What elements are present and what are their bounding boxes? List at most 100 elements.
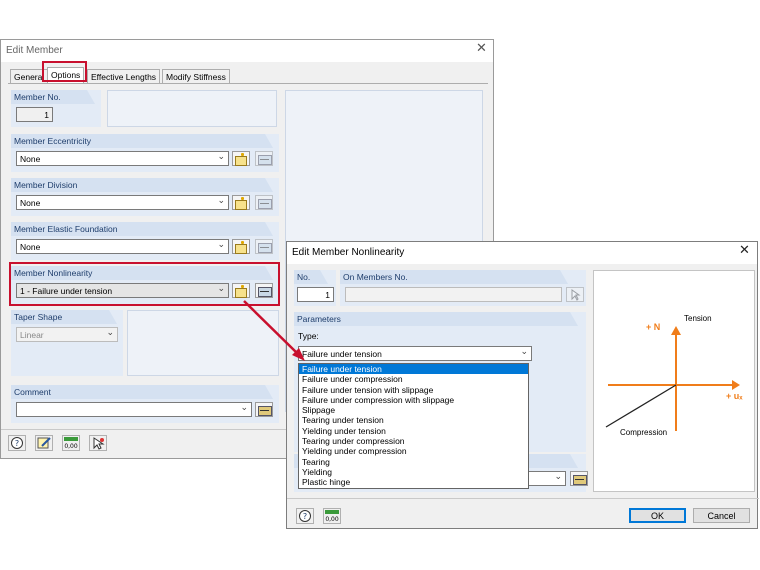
nl-no-label: No. (294, 270, 328, 284)
ok-button[interactable]: OK (629, 508, 686, 523)
edit-notes-button[interactable] (35, 435, 53, 451)
units-icon: 0,00 (64, 437, 78, 450)
pick-icon (571, 289, 581, 301)
new-eccentricity-button[interactable] (232, 151, 250, 166)
chevron-down-icon: ⌄ (554, 472, 562, 482)
on-members-group: On Members No. (340, 270, 586, 306)
diagram-panel: + N + uₓ Tension Compression (593, 270, 755, 492)
options-tab-highlight (42, 61, 87, 82)
type-option[interactable]: Yielding (299, 467, 528, 477)
type-option[interactable]: Plastic hinge (299, 477, 528, 487)
comment-label: Comment (11, 385, 273, 399)
type-option[interactable]: Yielding under compression (299, 446, 528, 456)
type-option[interactable]: Failure under compression with slippage (299, 395, 528, 405)
taper-shape-value: Linear (20, 330, 44, 340)
nonlinearity-title: Edit Member Nonlinearity (292, 247, 405, 258)
compression-label: Compression (620, 428, 667, 437)
tab-modify-stiffness[interactable]: Modify Stiffness (162, 69, 230, 83)
comment-library-button[interactable] (255, 402, 273, 417)
help-button[interactable]: ? (8, 435, 26, 451)
n-axis-arrow (671, 326, 681, 335)
on-members-label: On Members No. (340, 270, 568, 284)
elastic-foundation-label: Member Elastic Foundation (11, 222, 273, 236)
type-option[interactable]: Tearing under compression (299, 436, 528, 446)
library-icon (573, 475, 587, 485)
type-label: Type: (298, 331, 319, 341)
on-members-field[interactable] (345, 287, 562, 302)
elastic-foundation-value: None (20, 242, 41, 252)
division-group: Member Division None ⌄ (11, 178, 279, 216)
close-icon[interactable]: ✕ (476, 41, 487, 56)
type-option[interactable]: Slippage (299, 405, 528, 415)
nl-footer-divider (287, 498, 759, 499)
division-select[interactable]: None ⌄ (16, 195, 229, 210)
chevron-down-icon: ⌄ (217, 240, 225, 250)
division-label: Member Division (11, 178, 273, 192)
chevron-down-icon: ⌄ (217, 152, 225, 162)
elastic-foundation-select[interactable]: None ⌄ (16, 239, 229, 254)
lower-select[interactable]: ⌄ (528, 471, 566, 486)
type-value: Failure under tension (302, 349, 382, 359)
nl-units-button[interactable]: 0,00 (323, 508, 341, 524)
nl-units-icon-text: 0,00 (325, 516, 339, 523)
edit-eccentricity-button[interactable] (255, 151, 273, 166)
new-division-button[interactable] (232, 195, 250, 210)
taper-shape-select[interactable]: Linear ⌄ (16, 327, 118, 342)
new-item-icon (235, 153, 247, 166)
member-no-field[interactable]: 1 (16, 107, 53, 122)
parameters-label: Parameters (294, 312, 578, 326)
eccentricity-select[interactable]: None ⌄ (16, 151, 229, 166)
svg-text:?: ? (15, 439, 19, 448)
type-option[interactable]: Failure under compression (299, 374, 528, 384)
type-select[interactable]: Failure under tension ⌄ (298, 346, 532, 361)
new-item-icon (235, 241, 247, 254)
svg-text:?: ? (303, 512, 307, 521)
type-option[interactable]: Failure under tension (299, 364, 528, 375)
edit-icon (258, 199, 272, 209)
comment-group: Comment ⌄ (11, 385, 279, 423)
edit-icon (258, 243, 272, 253)
cancel-button[interactable]: Cancel (693, 508, 750, 523)
nonlinearity-titlebar: Edit Member Nonlinearity ✕ (287, 242, 757, 264)
tab-content-border (8, 83, 488, 84)
type-option[interactable]: Failure under tension with slippage (299, 385, 528, 395)
select-members-button[interactable] (566, 287, 584, 302)
tab-effective-lengths[interactable]: Effective Lengths (87, 69, 161, 83)
type-option[interactable]: Tearing under tension (299, 415, 528, 425)
edit-elastic-foundation-button[interactable] (255, 239, 273, 254)
close-icon[interactable]: ✕ (739, 243, 750, 258)
new-elastic-foundation-button[interactable] (232, 239, 250, 254)
lower-library-button[interactable] (570, 471, 588, 486)
nl-help-button[interactable]: ? (296, 508, 314, 524)
type-option[interactable]: Yielding under tension (299, 426, 528, 436)
chevron-down-icon: ⌄ (240, 403, 248, 413)
compression-line (605, 384, 677, 428)
nl-no-field[interactable]: 1 (297, 287, 334, 302)
tension-label: Tension (684, 314, 712, 323)
division-value: None (20, 198, 41, 208)
eccentricity-value: None (20, 154, 41, 164)
type-option[interactable]: Tearing (299, 457, 528, 467)
type-dropdown-list: Failure under tension Failure under compr… (298, 363, 529, 489)
nl-no-group: No. 1 (294, 270, 336, 306)
help-icon: ? (299, 510, 311, 522)
member-no-label: Member No. (11, 90, 95, 104)
eccentricity-group: Member Eccentricity None ⌄ (11, 134, 279, 172)
taper-shape-group: Taper Shape Linear ⌄ (11, 310, 123, 376)
edit-member-titlebar: Edit Member ✕ (1, 40, 493, 62)
new-item-icon (235, 197, 247, 210)
n-axis-label: + N (646, 322, 660, 332)
help-icon: ? (11, 437, 23, 449)
u-axis-arrow (732, 380, 740, 390)
units-icon: 0,00 (325, 510, 339, 523)
edit-notes-icon (37, 437, 51, 449)
cursor-icon (93, 437, 105, 450)
select-in-model-button[interactable] (89, 435, 107, 451)
comment-field[interactable]: ⌄ (16, 402, 252, 417)
empty-panel-middle (127, 310, 279, 376)
library-icon (258, 406, 272, 416)
chevron-down-icon: ⌄ (520, 347, 528, 357)
units-button[interactable]: 0,00 (62, 435, 80, 451)
u-axis-label: + uₓ (726, 391, 743, 401)
edit-division-button[interactable] (255, 195, 273, 210)
